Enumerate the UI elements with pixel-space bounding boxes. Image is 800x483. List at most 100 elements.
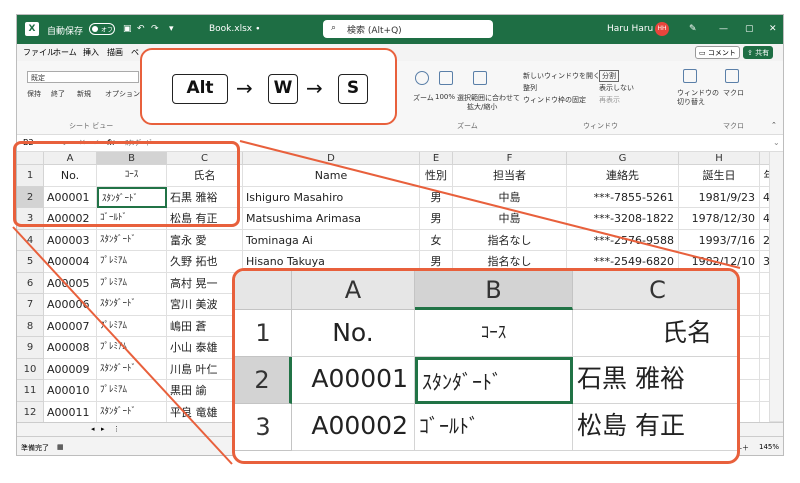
cell-a10[interactable]: A00009 xyxy=(44,358,97,380)
cell-c4[interactable]: 富永 愛 xyxy=(167,229,243,251)
comment-button[interactable]: ▭ コメント xyxy=(695,46,740,59)
column-header-f[interactable]: F xyxy=(453,152,567,165)
fit-selection-button-2[interactable]: 拡大/縮小 xyxy=(467,102,497,112)
cell-e4[interactable]: 女 xyxy=(420,229,453,251)
cell-d3[interactable]: Matsushima Arimasa xyxy=(243,208,420,230)
cell-b5[interactable]: ﾌﾟﾚﾐｱﾑ xyxy=(97,251,167,273)
column-header-h[interactable]: H xyxy=(679,152,760,165)
cell-f2[interactable]: 中島 xyxy=(453,186,567,208)
avatar[interactable]: HH xyxy=(655,22,669,36)
cell-b11[interactable]: ﾌﾟﾚﾐｱﾑ xyxy=(97,380,167,402)
cell-a8[interactable]: A00007 xyxy=(44,315,97,337)
cell-b4[interactable]: ｽﾀﾝﾀﾞｰﾄﾞ xyxy=(97,229,167,251)
cell-h3[interactable]: 1978/12/30 xyxy=(679,208,760,230)
tab-insert[interactable]: 挿入 xyxy=(83,47,99,58)
save-icon[interactable]: ▣ xyxy=(123,24,132,34)
tab-page-layout[interactable]: ペ xyxy=(131,47,139,58)
share-button[interactable]: ⇪ 共有 xyxy=(743,46,774,59)
macro-button[interactable]: マクロ xyxy=(723,88,744,98)
row-header-9[interactable]: 9 xyxy=(17,337,44,359)
sheet-nav-next-icon[interactable]: ▸ xyxy=(101,425,105,433)
cell-a4[interactable]: A00003 xyxy=(44,229,97,251)
redo-icon[interactable]: ↷ xyxy=(151,24,159,34)
switch-window-button-2[interactable]: 切り替え xyxy=(677,97,705,107)
switch-window-icon[interactable] xyxy=(683,69,697,83)
vertical-scrollbar[interactable] xyxy=(769,152,783,422)
collapse-ribbon-icon[interactable]: ⌃ xyxy=(771,121,777,129)
header-cell-h[interactable]: 誕生日 xyxy=(679,165,760,187)
zoom-100-icon[interactable] xyxy=(439,71,453,85)
row-header-11[interactable]: 11 xyxy=(17,380,44,402)
tab-draw[interactable]: 描画 xyxy=(107,47,123,58)
cell-g4[interactable]: ***-2576-9588 xyxy=(567,229,679,251)
sheet-nav-more-icon[interactable]: ⋮ xyxy=(113,425,120,433)
cell-a6[interactable]: A00005 xyxy=(44,272,97,294)
cell-a12[interactable]: A00011 xyxy=(44,401,97,423)
header-cell-g[interactable]: 連絡先 xyxy=(567,165,679,187)
options-button[interactable]: オプション xyxy=(105,89,140,99)
header-cell-f[interactable]: 担当者 xyxy=(453,165,567,187)
freeze-panes-button[interactable]: ウィンドウ枠の固定 xyxy=(523,95,586,105)
cell-d2[interactable]: Ishiguro Masahiro xyxy=(243,186,420,208)
cell-b9[interactable]: ﾌﾟﾚﾐｱﾑ xyxy=(97,337,167,359)
cell-b7[interactable]: ｽﾀﾝﾀﾞｰﾄﾞ xyxy=(97,294,167,316)
cell-h2[interactable]: 1981/9/23 xyxy=(679,186,760,208)
sheet-view-select[interactable]: 既定 xyxy=(27,71,139,83)
tab-home[interactable]: ホーム xyxy=(53,47,77,58)
zoom-button[interactable]: ズーム xyxy=(413,93,434,103)
user-name[interactable]: Haru Haru xyxy=(607,24,653,34)
sheet-nav-prev-icon[interactable]: ◂ xyxy=(91,425,95,433)
new-button[interactable]: 新規 xyxy=(77,89,91,99)
cell-g3[interactable]: ***-3208-1822 xyxy=(567,208,679,230)
undo-icon[interactable]: ↶ xyxy=(137,24,145,34)
search-box[interactable]: ⌕ 検索 (Alt+Q) xyxy=(323,20,493,38)
zoom-level[interactable]: 145% xyxy=(759,443,779,451)
row-header-10[interactable]: 10 xyxy=(17,358,44,380)
cell-e2[interactable]: 男 xyxy=(420,186,453,208)
new-window-button[interactable]: 新しいウィンドウを開く xyxy=(523,71,600,81)
unhide-button[interactable]: 再表示 xyxy=(599,95,620,105)
minimize-icon[interactable]: — xyxy=(719,24,728,34)
customize-icon[interactable]: ▾ xyxy=(169,24,174,34)
tab-file[interactable]: ファイル xyxy=(23,47,55,58)
cell-a9[interactable]: A00008 xyxy=(44,337,97,359)
column-header-d[interactable]: D xyxy=(243,152,420,165)
zoom-icon[interactable] xyxy=(415,71,429,85)
cell-b6[interactable]: ﾌﾟﾚﾐｱﾑ xyxy=(97,272,167,294)
column-header-g[interactable]: G xyxy=(567,152,679,165)
row-header-8[interactable]: 8 xyxy=(17,315,44,337)
file-name[interactable]: Book.xlsx ∙ xyxy=(209,24,261,34)
cell-d4[interactable]: Tominaga Ai xyxy=(243,229,420,251)
hide-button[interactable]: 表示しない xyxy=(599,83,634,93)
row-header-7[interactable]: 7 xyxy=(17,294,44,316)
cell-b8[interactable]: ﾌﾟﾚﾐｱﾑ xyxy=(97,315,167,337)
cell-f3[interactable]: 中島 xyxy=(453,208,567,230)
cell-h4[interactable]: 1993/7/16 xyxy=(679,229,760,251)
row-header-4[interactable]: 4 xyxy=(17,229,44,251)
split-button[interactable]: 分割 xyxy=(599,70,619,82)
fit-selection-icon[interactable] xyxy=(473,71,487,85)
cell-c5[interactable]: 久野 拓也 xyxy=(167,251,243,273)
cell-e3[interactable]: 男 xyxy=(420,208,453,230)
cell-b12[interactable]: ｽﾀﾝﾀﾞｰﾄﾞ xyxy=(97,401,167,423)
macro-icon[interactable] xyxy=(725,69,739,83)
cell-f4[interactable]: 指名なし xyxy=(453,229,567,251)
exit-button[interactable]: 終了 xyxy=(51,89,65,99)
cell-a11[interactable]: A00010 xyxy=(44,380,97,402)
pen-icon[interactable]: ✎ xyxy=(689,24,697,34)
keep-button[interactable]: 保持 xyxy=(27,89,41,99)
row-header-6[interactable]: 6 xyxy=(17,272,44,294)
accessibility-icon[interactable]: ▦ xyxy=(57,443,64,451)
cell-a5[interactable]: A00004 xyxy=(44,251,97,273)
close-icon[interactable]: ✕ xyxy=(769,24,777,34)
cell-g2[interactable]: ***-7855-5261 xyxy=(567,186,679,208)
header-cell-e[interactable]: 性別 xyxy=(420,165,453,187)
arrange-button[interactable]: 整列 xyxy=(523,83,537,93)
column-header-e[interactable]: E xyxy=(420,152,453,165)
maximize-icon[interactable]: ▢ xyxy=(745,24,754,34)
cell-a7[interactable]: A00006 xyxy=(44,294,97,316)
expand-formula-icon[interactable]: ⌄ xyxy=(773,138,780,147)
zoom-100-button[interactable]: 100% xyxy=(435,93,455,101)
row-header-5[interactable]: 5 xyxy=(17,251,44,273)
cell-b10[interactable]: ｽﾀﾝﾀﾞｰﾄﾞ xyxy=(97,358,167,380)
